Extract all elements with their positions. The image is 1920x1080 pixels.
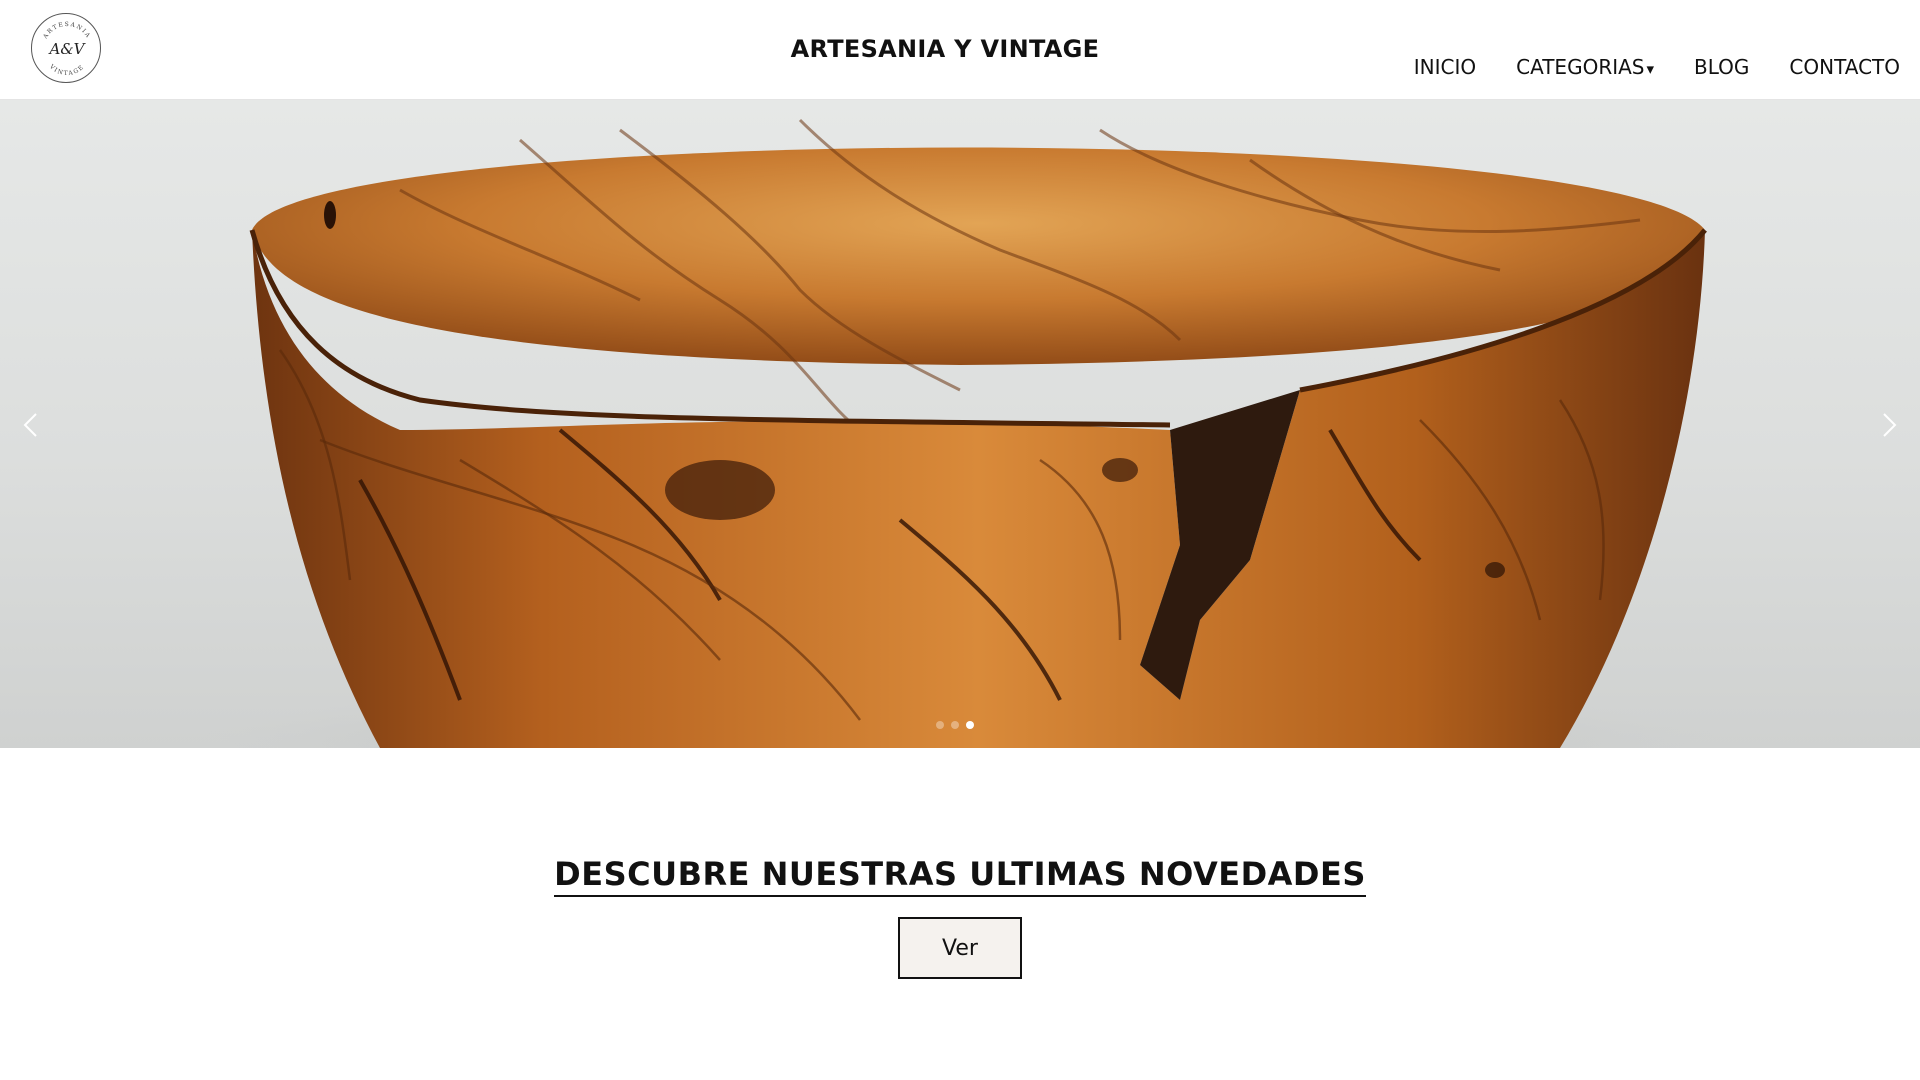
nav-item-label: BLOG — [1694, 55, 1750, 79]
nav-item-categorias[interactable]: CATEGORIAS ▾ — [1516, 55, 1654, 79]
carousel-dot[interactable] — [936, 721, 944, 729]
nav-item-contacto[interactable]: CONTACTO — [1789, 55, 1900, 79]
section-heading-text: DESCUBRE NUESTRAS ULTIMAS NOVEDADES — [554, 854, 1366, 897]
site-header: ARTESANIA VINTAGE A&V ARTESANIA Y VINTAG… — [0, 0, 1920, 100]
nav-item-blog[interactable]: BLOG — [1694, 55, 1749, 79]
svg-text:VINTAGE: VINTAGE — [47, 63, 86, 78]
section-heading[interactable]: DESCUBRE NUESTRAS ULTIMAS NOVEDADES — [0, 854, 1920, 897]
carousel-dot[interactable] — [951, 721, 959, 729]
chevron-left-icon — [23, 413, 37, 437]
caret-down-icon: ▾ — [1646, 60, 1655, 78]
logo-ring-bottom: VINTAGE — [47, 63, 84, 78]
carousel-next-button[interactable] — [1870, 400, 1910, 450]
hero-carousel — [0, 100, 1920, 748]
nav-item-label: INICIO — [1413, 55, 1477, 79]
nav-item-label: CATEGORIAS — [1516, 55, 1645, 79]
ver-button[interactable]: Ver — [898, 917, 1022, 979]
carousel-prev-button[interactable] — [10, 400, 50, 450]
carousel-indicators — [936, 721, 974, 729]
chevron-right-icon — [1883, 413, 1897, 437]
nav-item-label: CONTACTO — [1789, 55, 1900, 79]
nav-item-inicio[interactable]: INICIO — [1414, 55, 1476, 79]
carousel-dot-active[interactable] — [966, 721, 974, 729]
main-nav: INICIO CATEGORIAS ▾ BLOG CONTACTO — [1414, 55, 1900, 79]
hero-image-wood-bowl — [200, 118, 1720, 748]
